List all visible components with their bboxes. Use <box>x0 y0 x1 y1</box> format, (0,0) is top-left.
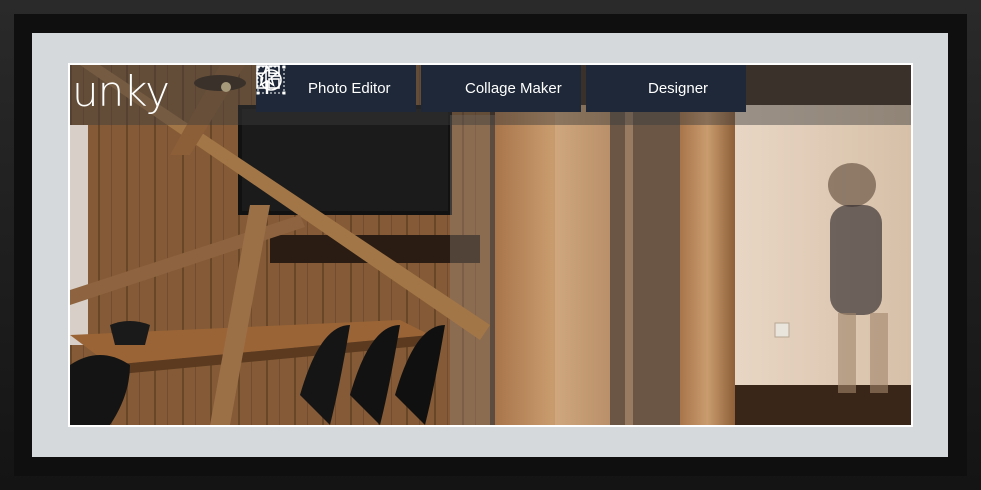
designer-circle-icon <box>256 65 642 103</box>
tool-tabs: Photo Editor Collage Maker Designer <box>256 65 746 112</box>
office-photo: unky Photo Editor Collage Maker Designer <box>68 63 913 427</box>
tab-designer-label: Designer <box>648 80 709 97</box>
app-logo[interactable]: unky <box>72 65 170 119</box>
tab-collage-maker[interactable]: Collage Maker <box>256 65 581 112</box>
tab-photo-editor-label: Photo Editor <box>308 80 391 97</box>
collage-grid-icon <box>256 65 459 103</box>
tab-collage-maker-label: Collage Maker <box>465 80 562 97</box>
tab-designer[interactable]: Designer <box>256 65 746 112</box>
